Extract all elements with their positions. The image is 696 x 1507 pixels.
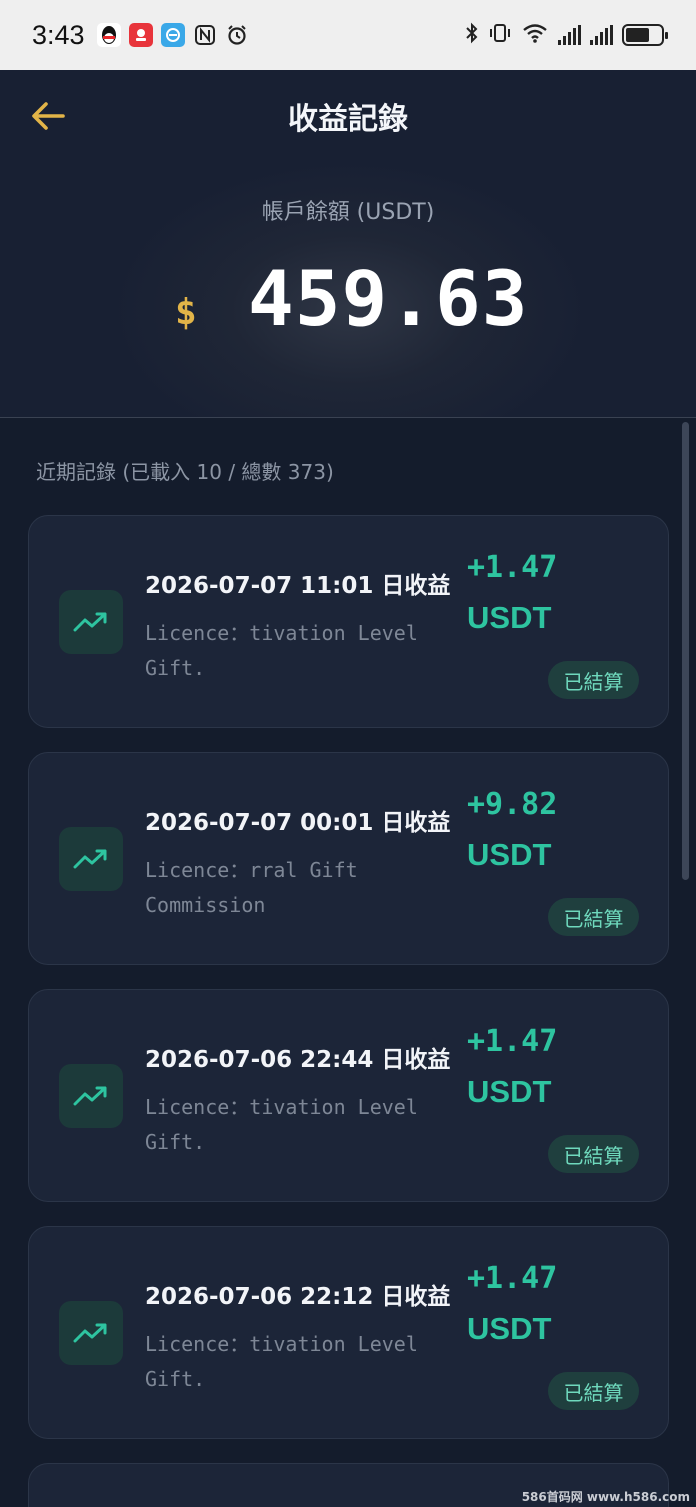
record-description: Licence：tivation Level Gift.: [145, 616, 465, 686]
record-amount: +9.82: [467, 787, 558, 822]
status-time: 3:43: [32, 19, 85, 50]
record-desc-line: Licence：tivation Level: [145, 1095, 418, 1119]
nfc-icon: [193, 23, 217, 47]
balance-header: 收益記錄 帳戶餘額 (USDT) $ 459.63: [0, 70, 696, 418]
record-unit: USDT: [467, 837, 552, 872]
record-description: Licence：tivation Level Gift.: [145, 1327, 465, 1397]
record-desc-line: Gift.: [145, 1367, 206, 1391]
records-count-label: 近期記錄 (已載入 10 / 總數 373): [36, 460, 334, 484]
red-app-icon: [128, 23, 153, 47]
qq-icon: [96, 23, 121, 47]
alarm-icon: [225, 23, 249, 47]
record-desc-line: Licence：rral Gift: [145, 858, 358, 882]
record-desc-line: Gift.: [145, 656, 206, 680]
record-description: Licence：tivation Level Gift.: [145, 1090, 465, 1160]
record-desc-line: Commission: [145, 893, 266, 917]
record-title: 2026-07-07 00:01 日收益: [145, 810, 451, 836]
notification-icons: [96, 23, 249, 47]
trending-up-icon: [59, 590, 123, 654]
status-bar: 3:43: [0, 0, 696, 70]
record-card[interactable]: 2026-07-06 22:44 日收益 Licence：tivation Le…: [28, 989, 669, 1202]
record-amount: +1.47: [467, 550, 558, 585]
trending-up-icon: [59, 827, 123, 891]
signal-icon: [558, 25, 581, 45]
status-badge: 已結算: [548, 898, 639, 936]
scrollbar[interactable]: [682, 422, 689, 880]
record-desc-line: Licence：tivation Level: [145, 621, 418, 645]
record-title: 2026-07-06 22:12 日收益: [145, 1284, 451, 1310]
vibrate-icon: [488, 22, 512, 49]
record-title: 2026-07-06 22:44 日收益: [145, 1047, 451, 1073]
status-badge: 已結算: [548, 1135, 639, 1173]
trending-up-icon: [59, 1301, 123, 1365]
bluetooth-icon: [465, 22, 479, 49]
record-unit: USDT: [467, 1311, 552, 1346]
record-card[interactable]: 2026-07-06 22:12 日收益 Licence：tivation Le…: [28, 1226, 669, 1439]
record-desc-line: Licence：tivation Level: [145, 1332, 418, 1356]
record-card[interactable]: 2026-07-07 11:01 日收益 Licence：tivation Le…: [28, 515, 669, 728]
page-title: 收益記錄: [288, 102, 408, 137]
balance-amount: 459.63: [248, 254, 529, 343]
status-badge: 已結算: [548, 661, 639, 699]
balance-label: 帳戶餘額 (USDT): [261, 200, 435, 225]
battery-icon: [622, 24, 668, 46]
blue-app-icon: [160, 23, 185, 47]
record-card[interactable]: 2026-07-07 00:01 日收益 Licence：rral Gift C…: [28, 752, 669, 965]
status-badge: 已結算: [548, 1372, 639, 1410]
record-unit: USDT: [467, 600, 552, 635]
trending-up-icon: [59, 1064, 123, 1128]
record-unit: USDT: [467, 1074, 552, 1109]
wifi-icon: [521, 22, 549, 49]
record-amount: +1.47: [467, 1024, 558, 1059]
system-icons: [465, 22, 668, 49]
currency-symbol: $: [175, 292, 197, 333]
watermark: 586首码网 www.h586.com: [521, 1490, 690, 1504]
record-amount: +1.47: [467, 1261, 558, 1296]
record-description: Licence：rral Gift Commission: [145, 853, 465, 923]
signal-icon: [590, 25, 613, 45]
record-desc-line: Gift.: [145, 1130, 206, 1154]
record-title: 2026-07-07 11:01 日收益: [145, 573, 451, 599]
